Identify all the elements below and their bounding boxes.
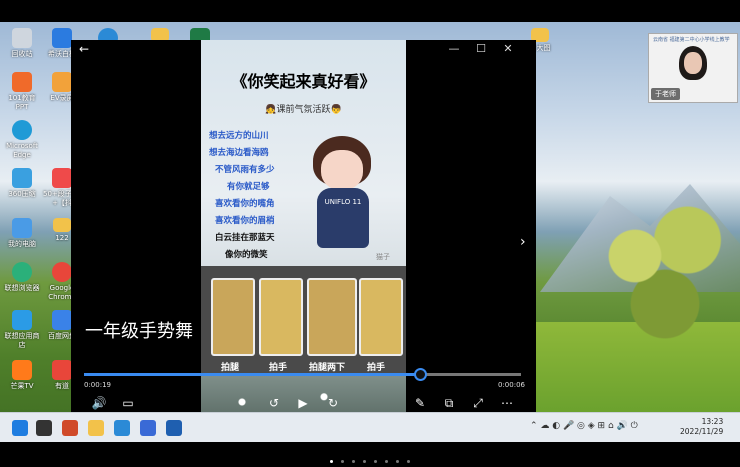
desktop-icon-recycle-bin[interactable]: 回收站 bbox=[2, 28, 42, 59]
lyric-line: 有你就足够 bbox=[227, 182, 270, 192]
edit-icon[interactable]: ✎ bbox=[410, 396, 430, 410]
seewo-icon bbox=[52, 28, 72, 48]
youdao-icon bbox=[52, 360, 72, 380]
video-song-title: 《你笑起来真好看》 bbox=[231, 72, 376, 91]
desktop-icon-edge[interactable]: Microsoft Edge bbox=[2, 120, 42, 160]
clock-time: 13:23 bbox=[701, 417, 724, 426]
clock-date: 2022/11/29 bbox=[680, 427, 724, 436]
taskbar: ⌃ ☁ ◐ 🎤 ◎ ◈ ⊞ ⌂ 🔊 ⏻ 13:23 2022/11/29 bbox=[0, 412, 740, 442]
media-player-taskbar-icon[interactable] bbox=[166, 420, 182, 436]
gesture-label: 拍手 bbox=[269, 363, 288, 373]
media-player-window[interactable]: ← — ☐ ✕ 《你笑起来真好看》 👧课前气氛活跃👦 想去远方的山川 想去海边看… bbox=[71, 40, 536, 428]
video-watermark: 猫子 bbox=[376, 253, 390, 261]
close-icon[interactable]: ✕ bbox=[496, 42, 520, 55]
video-frame[interactable]: 《你笑起来真好看》 👧课前气氛活跃👦 想去远方的山川 想去海边看海鸥 不管风雨有… bbox=[201, 40, 406, 428]
fullscreen-icon[interactable]: ⤢ bbox=[468, 396, 488, 411]
forward-30-icon[interactable]: ↻ bbox=[323, 396, 343, 410]
chrome-icon bbox=[52, 262, 72, 282]
gesture-card-clap bbox=[359, 278, 403, 356]
gesture-label: 拍手 bbox=[367, 363, 386, 373]
volume-icon[interactable]: 🔊 bbox=[89, 396, 109, 410]
gesture-card-clap bbox=[259, 278, 303, 356]
recycle-bin-icon bbox=[12, 28, 32, 48]
gesture-label: 拍腿两下 bbox=[309, 363, 346, 373]
file-explorer-icon[interactable] bbox=[88, 420, 104, 436]
minimize-icon[interactable]: — bbox=[442, 42, 466, 55]
gesture-label: 拍腿 bbox=[221, 363, 240, 373]
lyric-line: 喜欢看你的嘴角 bbox=[215, 199, 275, 209]
browser-icon bbox=[12, 262, 32, 282]
next-arrow-icon[interactable]: › bbox=[520, 234, 526, 250]
gesture-card-pat-legs bbox=[211, 278, 255, 356]
cast-icon[interactable]: ⧉ bbox=[439, 396, 459, 411]
more-icon[interactable]: ⋯ bbox=[497, 396, 517, 410]
page-indicator bbox=[0, 448, 740, 467]
lyric-line: 想去海边看海鸥 bbox=[209, 148, 269, 158]
video-file-icon bbox=[52, 168, 72, 188]
start-icon[interactable] bbox=[12, 420, 28, 436]
desktop-icon-lenovo-browser[interactable]: 联想浏览器 bbox=[2, 262, 42, 293]
desktop-icon-my-computer[interactable]: 我的电脑 bbox=[2, 218, 42, 249]
desktop-icon-mango-tv[interactable]: 芒果TV bbox=[2, 360, 42, 391]
jersey-text: UNIFLO 11 bbox=[324, 198, 362, 206]
computer-icon bbox=[12, 218, 32, 238]
lyric-line: 不管风雨有多少 bbox=[215, 165, 275, 175]
desktop-icon-lenovo-store[interactable]: 联想应用商店 bbox=[2, 310, 42, 350]
task-view-icon[interactable] bbox=[36, 420, 52, 436]
store-icon bbox=[12, 310, 32, 330]
seek-handle[interactable] bbox=[414, 368, 428, 381]
taskbar-app-icon[interactable] bbox=[114, 420, 130, 436]
lyric-line: 像你的微笑 bbox=[225, 250, 268, 260]
seek-bar[interactable] bbox=[84, 368, 521, 381]
lyric-line: 喜欢看你的眉梢 bbox=[215, 216, 275, 226]
zip-icon bbox=[12, 168, 32, 188]
webcam-preview[interactable]: 云南省 福建第二中心小学线上教学 于老师 bbox=[648, 33, 738, 103]
video-subtitle: 👧课前气氛活跃👦 bbox=[265, 105, 342, 115]
lyric-line: 想去远方的山川 bbox=[209, 131, 269, 141]
webcam-header: 云南省 福建第二中心小学线上教学 bbox=[653, 37, 730, 43]
rewind-10-icon[interactable]: ↺ bbox=[264, 396, 284, 410]
recorder-icon bbox=[52, 72, 72, 92]
wallpaper-trees bbox=[590, 192, 740, 352]
teacher-name: 于老师 bbox=[651, 88, 680, 100]
gesture-card-pat-legs-twice bbox=[307, 278, 357, 356]
subtitles-icon[interactable]: ▭ bbox=[118, 396, 138, 410]
system-tray[interactable]: ⌃ ☁ ◐ 🎤 ◎ ◈ ⊞ ⌂ 🔊 ⏻ bbox=[530, 421, 638, 431]
back-arrow-icon[interactable]: ← bbox=[79, 42, 89, 56]
play-icon[interactable]: ▶ bbox=[293, 396, 313, 410]
gesture-cards: 拍腿 拍手 拍腿两下 拍手 bbox=[201, 266, 406, 376]
current-time: 0:00:19 bbox=[84, 381, 111, 389]
cloud-icon bbox=[52, 310, 72, 330]
lyric-line: 白云挂在那蓝天 bbox=[215, 233, 275, 243]
desktop-icon-101ppt[interactable]: 101教育PPT bbox=[2, 72, 42, 112]
folder-icon bbox=[53, 218, 71, 232]
clock[interactable]: 13:23 2022/11/29 bbox=[680, 417, 723, 437]
taskbar-app-icon[interactable] bbox=[62, 420, 78, 436]
lyrics-list: 想去远方的山川 想去海边看海鸥 不管风雨有多少 有你就足够 喜欢看你的嘴角 喜欢… bbox=[209, 128, 309, 264]
desktop-icon-360zip[interactable]: 360压缩 bbox=[2, 168, 42, 199]
total-time: 0:00:06 bbox=[498, 381, 525, 389]
seek-bar-fill bbox=[84, 373, 421, 376]
taskbar-app-icon[interactable] bbox=[140, 420, 156, 436]
ppt-icon bbox=[12, 72, 32, 92]
maximize-icon[interactable]: ☐ bbox=[469, 42, 493, 55]
mango-tv-icon bbox=[12, 360, 32, 380]
video-caption: 一年级手势舞 bbox=[85, 321, 193, 342]
edge-icon bbox=[12, 120, 32, 140]
cartoon-girl-illustration: UNIFLO 11 bbox=[309, 132, 377, 260]
desktop: 回收站 101教育PPT Microsoft Edge 360压缩 我的电脑 联… bbox=[0, 22, 740, 442]
